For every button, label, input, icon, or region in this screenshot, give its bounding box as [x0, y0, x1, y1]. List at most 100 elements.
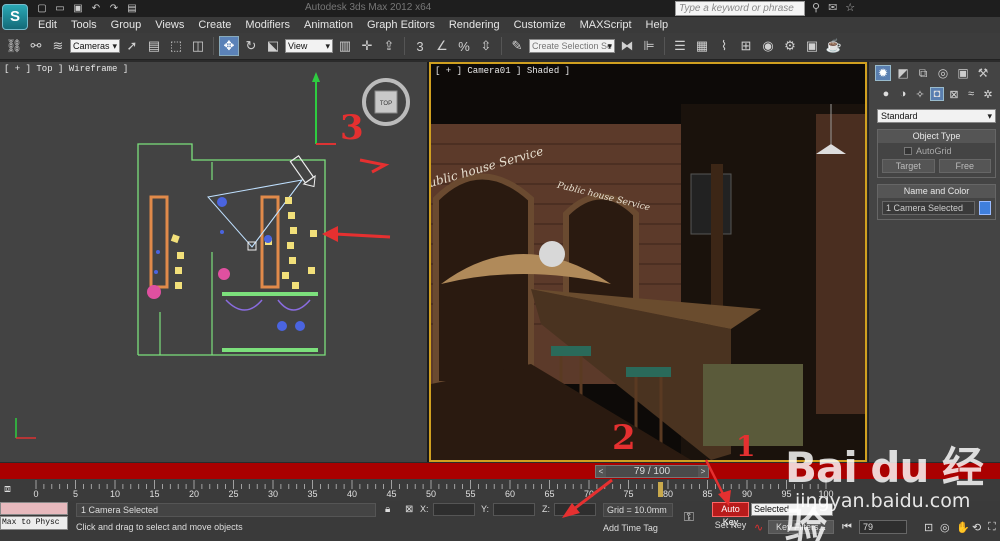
- next-frame-icon[interactable]: >: [698, 466, 708, 477]
- set-key-button[interactable]: Set Key: [712, 519, 749, 534]
- new-file-icon[interactable]: ▢: [36, 3, 48, 14]
- create-tab-icon[interactable]: ✹: [875, 65, 891, 81]
- z-coord-field[interactable]: [554, 503, 596, 516]
- auto-key-button[interactable]: Auto Key: [712, 502, 749, 527]
- curve-editor-icon[interactable]: ⌇: [714, 36, 734, 56]
- menu-graph-editors[interactable]: Graph Editors: [367, 19, 435, 31]
- orbit-icon[interactable]: ⟲: [972, 521, 981, 534]
- time-slider[interactable]: < 79 / 100 >: [595, 465, 709, 478]
- edit-named-selection-icon[interactable]: ✎: [507, 36, 527, 56]
- field-of-view-icon[interactable]: ◎: [940, 521, 950, 534]
- checkbox-box[interactable]: [904, 147, 912, 155]
- object-color-swatch[interactable]: [979, 201, 991, 215]
- y-coord-field[interactable]: [493, 503, 536, 516]
- systems-icon[interactable]: ✲: [981, 87, 995, 101]
- binoculars-icon[interactable]: ⚲: [812, 1, 820, 14]
- selection-lock-icon[interactable]: 🔒︎: [385, 504, 390, 515]
- key-icon[interactable]: ⚿: [684, 509, 694, 525]
- space-warps-icon[interactable]: ≈: [964, 87, 978, 101]
- application-button-icon[interactable]: S: [2, 4, 28, 30]
- geometry-icon[interactable]: ●: [879, 87, 893, 101]
- maximize-viewport-icon[interactable]: ⛶: [988, 521, 996, 534]
- link-icon[interactable]: ⛓: [4, 36, 24, 56]
- category-dropdown[interactable]: Standard: [877, 109, 996, 123]
- help-search-input[interactable]: Type a keyword or phrase: [675, 1, 805, 16]
- undo-icon[interactable]: ↶: [90, 3, 102, 14]
- helpers-icon[interactable]: ⊠: [947, 87, 961, 101]
- utilities-tab-icon[interactable]: ⚒: [975, 65, 991, 81]
- graphite-ribbon-icon[interactable]: ▦: [692, 36, 712, 56]
- prev-frame-icon[interactable]: <: [596, 466, 606, 477]
- key-mode-dropdown[interactable]: Selected: [751, 503, 833, 516]
- unlink-icon[interactable]: ⚯: [26, 36, 46, 56]
- menu-maxscript[interactable]: MAXScript: [580, 19, 632, 31]
- rect-selection-icon[interactable]: ⬚: [166, 36, 186, 56]
- named-selection-dropdown[interactable]: Create Selection Se: [529, 39, 615, 53]
- schematic-view-icon[interactable]: ⊞: [736, 36, 756, 56]
- default-tangent-icon[interactable]: ∿: [754, 521, 763, 534]
- current-frame-marker[interactable]: [658, 482, 664, 497]
- menu-animation[interactable]: Animation: [304, 19, 353, 31]
- camera-viewport[interactable]: Public house Service Public house Servic…: [429, 62, 867, 462]
- absolute-mode-icon[interactable]: ⊠: [405, 504, 413, 515]
- menu-edit[interactable]: Edit: [38, 19, 57, 31]
- display-tab-icon[interactable]: ▣: [955, 65, 971, 81]
- pivot-center-icon[interactable]: ▥: [335, 36, 355, 56]
- layer-manager-icon[interactable]: ☰: [670, 36, 690, 56]
- keyboard-shortcut-icon[interactable]: ⇪: [379, 36, 399, 56]
- menu-views[interactable]: Views: [155, 19, 184, 31]
- rendered-frame-icon[interactable]: ▣: [802, 36, 822, 56]
- project-folder-icon[interactable]: ▤: [126, 3, 138, 14]
- menu-create[interactable]: Create: [198, 19, 231, 31]
- star-icon[interactable]: ☆: [845, 1, 855, 14]
- camera-viewport-label[interactable]: [ + ] Camera01 ] Shaded ]: [435, 66, 570, 76]
- snaps-toggle-icon[interactable]: 3: [410, 36, 430, 56]
- bind-space-warp-icon[interactable]: ≋: [48, 36, 68, 56]
- maxscript-listener-input[interactable]: Max to Physc: [0, 516, 68, 530]
- angle-snap-icon[interactable]: ∠: [432, 36, 452, 56]
- mirror-icon[interactable]: ⧓: [617, 36, 637, 56]
- move-icon[interactable]: ✥: [219, 36, 239, 56]
- current-frame-field[interactable]: 79: [859, 520, 907, 534]
- object-type-title[interactable]: Object Type: [878, 130, 995, 143]
- menu-group[interactable]: Group: [111, 19, 142, 31]
- material-editor-icon[interactable]: ◉: [758, 36, 778, 56]
- lights-icon[interactable]: ✧: [913, 87, 927, 101]
- menu-customize[interactable]: Customize: [514, 19, 566, 31]
- free-camera-button[interactable]: Free: [938, 159, 991, 173]
- menu-modifiers[interactable]: Modifiers: [245, 19, 290, 31]
- select-object-icon[interactable]: ➚: [122, 36, 142, 56]
- top-viewport[interactable]: [ + ] Top ] Wireframe ] TOP: [0, 62, 427, 462]
- redo-icon[interactable]: ↷: [108, 3, 120, 14]
- key-filters-button[interactable]: Key Filters...: [768, 520, 834, 534]
- spinner-snap-icon[interactable]: ⇳: [476, 36, 496, 56]
- x-coord-field[interactable]: [432, 503, 475, 516]
- time-slider-track[interactable]: [0, 463, 1000, 479]
- track-bar[interactable]: ⧈ 0 5 10 15 20 25 30 35 40 45 50 55 60 65 70 75 80 85 90 95…: [0, 479, 1000, 501]
- rotate-icon[interactable]: ↻: [241, 36, 261, 56]
- align-icon[interactable]: ⊫: [639, 36, 659, 56]
- selection-filter-dropdown[interactable]: Cameras: [70, 39, 120, 53]
- select-by-name-icon[interactable]: ▤: [144, 36, 164, 56]
- target-camera-button[interactable]: Target: [882, 159, 935, 173]
- manipulate-icon[interactable]: ✛: [357, 36, 377, 56]
- motion-tab-icon[interactable]: ◎: [935, 65, 951, 81]
- zoom-extents-icon[interactable]: ⊡: [924, 521, 933, 534]
- top-viewport-label[interactable]: [ + ] Top ] Wireframe ]: [4, 64, 128, 74]
- reference-coord-dropdown[interactable]: View: [285, 39, 333, 53]
- add-time-tag[interactable]: Add Time Tag: [603, 523, 658, 533]
- modify-tab-icon[interactable]: ◩: [895, 65, 911, 81]
- save-file-icon[interactable]: ▣: [72, 3, 84, 14]
- window-crossing-icon[interactable]: ◫: [188, 36, 208, 56]
- hierarchy-tab-icon[interactable]: ⧉: [915, 65, 931, 81]
- autogrid-checkbox[interactable]: AutoGrid: [904, 146, 991, 156]
- menu-rendering[interactable]: Rendering: [449, 19, 500, 31]
- shapes-icon[interactable]: ◑: [896, 87, 910, 101]
- menu-help[interactable]: Help: [646, 19, 669, 31]
- maxscript-listener-output[interactable]: [0, 502, 68, 515]
- render-setup-icon[interactable]: ⚙: [780, 36, 800, 56]
- pan-icon[interactable]: ✋: [956, 521, 970, 534]
- cameras-icon[interactable]: ◘: [930, 87, 944, 101]
- name-color-title[interactable]: Name and Color: [878, 185, 995, 198]
- communication-icon[interactable]: ✉: [828, 1, 837, 14]
